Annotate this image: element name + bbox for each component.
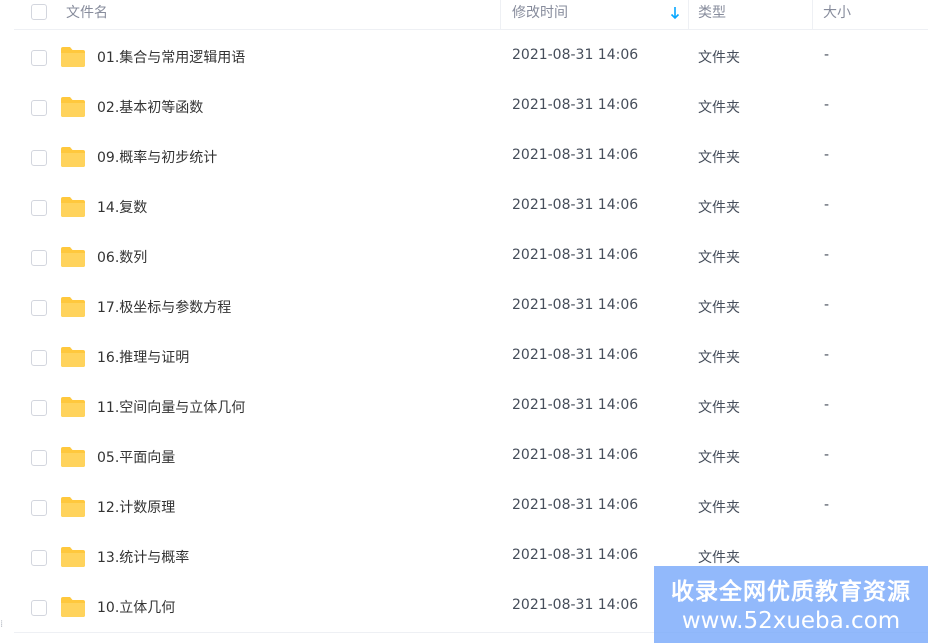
folder-icon — [61, 247, 85, 267]
file-row[interactable]: 14.复数 2021-08-31 14:06 文件夹 - — [14, 183, 928, 233]
file-modified-time: 2021-08-31 14:06 — [512, 297, 639, 313]
file-modified-time: 2021-08-31 14:06 — [512, 397, 639, 413]
watermark-url: www.52xueba.com — [681, 608, 901, 634]
file-size: - — [824, 497, 830, 513]
file-row[interactable]: 11.空间向量与立体几何 2021-08-31 14:06 文件夹 - — [14, 383, 928, 433]
row-checkbox[interactable] — [31, 500, 47, 516]
folder-icon — [61, 297, 85, 317]
file-name[interactable]: 06.数列 — [97, 247, 147, 267]
folder-icon — [61, 347, 85, 367]
file-modified-time: 2021-08-31 14:06 — [512, 347, 639, 363]
folder-icon — [61, 147, 85, 167]
folder-icon — [61, 497, 85, 517]
arrow-down-icon[interactable] — [669, 5, 681, 21]
folder-icon — [61, 197, 85, 217]
edge-mark: ⁞ — [0, 619, 4, 630]
file-modified-time: 2021-08-31 14:06 — [512, 497, 639, 513]
row-checkbox[interactable] — [31, 100, 47, 116]
file-row[interactable]: 09.概率与初步统计 2021-08-31 14:06 文件夹 - — [14, 133, 928, 183]
folder-icon — [61, 97, 85, 117]
folder-icon — [61, 547, 85, 567]
file-type: 文件夹 — [698, 400, 740, 416]
row-checkbox[interactable] — [31, 350, 47, 366]
select-all-checkbox[interactable] — [31, 4, 47, 20]
column-header-type[interactable]: 类型 — [698, 0, 726, 30]
folder-icon — [61, 397, 85, 417]
column-divider[interactable] — [812, 0, 813, 30]
file-name[interactable]: 05.平面向量 — [97, 447, 175, 467]
file-size: - — [824, 47, 830, 63]
file-type: 文件夹 — [698, 350, 740, 366]
folder-icon — [61, 47, 85, 67]
file-name[interactable]: 12.计数原理 — [97, 497, 175, 517]
file-size: - — [824, 197, 830, 213]
file-name[interactable]: 13.统计与概率 — [97, 547, 189, 567]
file-row[interactable]: 02.基本初等函数 2021-08-31 14:06 文件夹 - — [14, 83, 928, 133]
folder-icon — [61, 447, 85, 467]
row-checkbox[interactable] — [31, 550, 47, 566]
file-type: 文件夹 — [698, 550, 740, 566]
file-name[interactable]: 10.立体几何 — [97, 597, 175, 617]
file-size: - — [824, 297, 830, 313]
folder-icon — [61, 597, 85, 617]
watermark-slogan: 收录全网优质教育资源 — [671, 579, 911, 605]
file-type: 文件夹 — [698, 100, 740, 116]
row-checkbox[interactable] — [31, 300, 47, 316]
file-name[interactable]: 16.推理与证明 — [97, 347, 189, 367]
file-row[interactable]: 05.平面向量 2021-08-31 14:06 文件夹 - — [14, 433, 928, 483]
file-modified-time: 2021-08-31 14:06 — [512, 447, 639, 463]
file-modified-time: 2021-08-31 14:06 — [512, 147, 639, 163]
file-size: - — [824, 247, 830, 263]
file-name[interactable]: 02.基本初等函数 — [97, 97, 203, 117]
file-row[interactable]: 16.推理与证明 2021-08-31 14:06 文件夹 - — [14, 333, 928, 383]
row-checkbox[interactable] — [31, 400, 47, 416]
file-size: - — [824, 397, 830, 413]
file-row[interactable]: 01.集合与常用逻辑用语 2021-08-31 14:06 文件夹 - — [14, 33, 928, 83]
file-row[interactable]: 12.计数原理 2021-08-31 14:06 文件夹 - — [14, 483, 928, 533]
row-checkbox[interactable] — [31, 250, 47, 266]
file-type: 文件夹 — [698, 50, 740, 66]
file-type: 文件夹 — [698, 150, 740, 166]
file-name[interactable]: 09.概率与初步统计 — [97, 147, 217, 167]
file-modified-time: 2021-08-31 14:06 — [512, 197, 639, 213]
file-type: 文件夹 — [698, 200, 740, 216]
column-header-time[interactable]: 修改时间 — [512, 0, 568, 30]
column-header-size[interactable]: 大小 — [823, 0, 851, 30]
row-checkbox[interactable] — [31, 150, 47, 166]
file-type: 文件夹 — [698, 500, 740, 516]
file-type: 文件夹 — [698, 450, 740, 466]
row-checkbox[interactable] — [31, 450, 47, 466]
file-name[interactable]: 11.空间向量与立体几何 — [97, 397, 245, 417]
file-modified-time: 2021-08-31 14:06 — [512, 47, 639, 63]
file-size: - — [824, 147, 830, 163]
file-type: 文件夹 — [698, 250, 740, 266]
watermark-banner: 收录全网优质教育资源 www.52xueba.com — [654, 566, 928, 643]
file-size: - — [824, 97, 830, 113]
file-modified-time: 2021-08-31 14:06 — [512, 597, 639, 613]
column-divider[interactable] — [500, 0, 501, 30]
file-name[interactable]: 14.复数 — [97, 197, 147, 217]
column-header-name[interactable]: 文件名 — [66, 0, 108, 30]
row-checkbox[interactable] — [31, 50, 47, 66]
row-checkbox[interactable] — [31, 200, 47, 216]
file-list-header: 文件名 修改时间 类型 大小 — [14, 0, 928, 30]
file-row[interactable]: 17.极坐标与参数方程 2021-08-31 14:06 文件夹 - — [14, 283, 928, 333]
column-divider[interactable] — [688, 0, 689, 30]
file-type: 文件夹 — [698, 300, 740, 316]
file-modified-time: 2021-08-31 14:06 — [512, 97, 639, 113]
file-size: - — [824, 447, 830, 463]
row-checkbox[interactable] — [31, 600, 47, 616]
file-name[interactable]: 17.极坐标与参数方程 — [97, 297, 231, 317]
file-row[interactable]: 06.数列 2021-08-31 14:06 文件夹 - — [14, 233, 928, 283]
file-size: - — [824, 347, 830, 363]
file-modified-time: 2021-08-31 14:06 — [512, 247, 639, 263]
file-name[interactable]: 01.集合与常用逻辑用语 — [97, 47, 245, 67]
file-list: 文件名 修改时间 类型 大小 01.集合与常用逻辑用语 2021-08-31 14… — [14, 0, 928, 643]
file-modified-time: 2021-08-31 14:06 — [512, 547, 639, 563]
